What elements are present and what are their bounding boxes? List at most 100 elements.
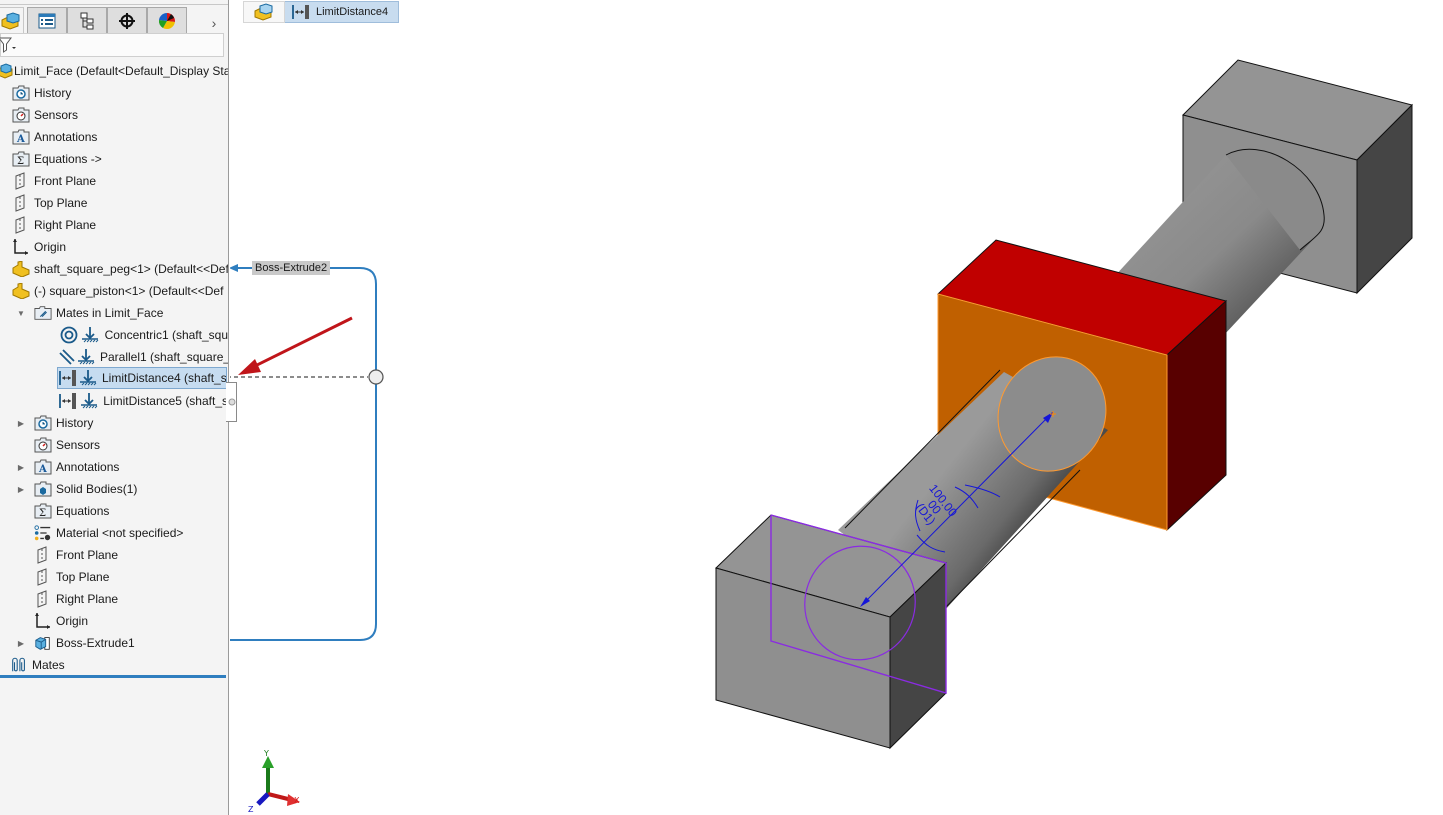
tree-root-label: Limit_Face (Default<Default_Display Stat: [14, 64, 228, 78]
tree-item-origin[interactable]: Origin: [12, 236, 228, 258]
tree-item-square-piston[interactable]: (-) square_piston<1> (Default<<Def: [12, 280, 228, 302]
tree-item-piston-equations[interactable]: Σ Equations: [34, 500, 228, 522]
tree-item-label: Annotations: [34, 130, 98, 144]
property-list-icon: [38, 13, 56, 28]
mate-label: LimitDistance5 (shaft_s: [103, 394, 228, 408]
solid-bodies-folder-icon: [34, 480, 52, 498]
expand-toggle-boss-extrude1[interactable]: ▶: [16, 638, 26, 648]
fixed-ground-icon: [76, 348, 96, 366]
limit-distance-mate-icon: [58, 392, 79, 410]
tree-filter-bar[interactable]: [0, 33, 224, 57]
concentric-mate-icon: [58, 326, 79, 344]
tree-item-shaft-square-peg[interactable]: shaft_square_peg<1> (Default<<Def: [12, 258, 228, 280]
tree-item-label: Right Plane: [34, 218, 97, 232]
tree-item-piston-right-plane[interactable]: Right Plane: [34, 588, 228, 610]
triad-x-label: X: [294, 796, 300, 805]
tree-item-label: (-) square_piston<1> (Default<<Def: [34, 284, 224, 298]
mates-paperclip-icon: [10, 656, 28, 674]
fixed-ground-icon: [79, 392, 100, 410]
mate-item-limitdistance5[interactable]: LimitDistance5 (shaft_s: [58, 390, 228, 412]
tree-root-limit-face[interactable]: Limit_Face (Default<Default_Display Stat: [0, 60, 228, 82]
tree-item-piston-front-plane[interactable]: Front Plane: [34, 544, 228, 566]
origin-icon: [12, 238, 30, 256]
tab-featuremanager-tree[interactable]: [0, 7, 24, 33]
filter-funnel-icon[interactable]: [0, 37, 19, 53]
tree-item-solid-bodies[interactable]: Solid Bodies(1): [34, 478, 228, 500]
mate-label: Parallel1 (shaft_square_: [100, 350, 228, 364]
tab-dimxpert-manager[interactable]: [107, 7, 147, 33]
tab-configuration-manager[interactable]: [67, 7, 107, 33]
mate-item-parallel1[interactable]: Parallel1 (shaft_square_: [58, 346, 228, 368]
plane-icon: [12, 172, 30, 190]
tree-item-mates[interactable]: Mates: [10, 654, 226, 676]
tree-item-right-plane[interactable]: Right Plane: [12, 214, 228, 236]
tree-rollback-bar[interactable]: [0, 675, 226, 678]
annotations-folder-icon: A: [34, 458, 52, 476]
orientation-triad[interactable]: Y X Z: [248, 750, 308, 812]
limit-distance-mate-icon: [58, 369, 78, 387]
mates-folder-icon: [34, 304, 52, 322]
sensors-folder-icon: [34, 436, 52, 454]
configuration-tree-icon: [80, 12, 94, 29]
tree-item-annotations[interactable]: A Annotations: [12, 126, 228, 148]
tree-item-label: Origin: [34, 240, 67, 254]
svg-text:A: A: [38, 464, 47, 475]
equations-folder-icon: Σ: [12, 150, 30, 168]
tree-item-piston-sensors[interactable]: Sensors: [34, 434, 228, 456]
plane-icon: [34, 590, 52, 608]
fixed-ground-icon: [79, 326, 100, 344]
tab-property-manager[interactable]: [27, 7, 67, 33]
triad-y-label: Y: [263, 750, 269, 758]
tree-item-boss-extrude1[interactable]: Boss-Extrude1: [34, 632, 228, 654]
assembly-icon: [1, 11, 20, 30]
assembly-icon: [0, 62, 14, 80]
tree-item-piston-history[interactable]: History: [34, 412, 228, 434]
plane-icon: [12, 194, 30, 212]
expand-toggle-annotations[interactable]: ▶: [16, 462, 26, 472]
boss-extrude2-callout[interactable]: Boss-Extrude2: [252, 261, 331, 275]
mate-item-limitdistance4[interactable]: LimitDistance4 (shaft_s: [57, 367, 227, 389]
plane-icon: [34, 546, 52, 564]
graphics-viewport[interactable]: 100.00 00 (D1): [230, 0, 1443, 815]
tree-item-label: Material <not specified>: [56, 526, 184, 540]
svg-text:Σ: Σ: [39, 508, 46, 519]
equations-folder-icon: Σ: [34, 502, 52, 520]
tree-item-history[interactable]: History: [12, 82, 228, 104]
tree-item-label: Front Plane: [56, 548, 119, 562]
tree-item-piston-annotations[interactable]: A Annotations: [34, 456, 228, 478]
chevron-right-icon: ›: [211, 15, 217, 31]
tree-item-material[interactable]: Material <not specified>: [34, 522, 228, 544]
tree-item-piston-top-plane[interactable]: Top Plane: [34, 566, 228, 588]
tab-display-manager[interactable]: [147, 7, 187, 33]
mate-item-concentric1[interactable]: Concentric1 (shaft_squ: [58, 324, 228, 346]
tree-item-label: Boss-Extrude1: [56, 636, 135, 650]
tree-item-label: History: [34, 86, 72, 100]
history-folder-icon: [12, 84, 30, 102]
red-arrow-shaft: [252, 316, 353, 369]
tree-item-label: Front Plane: [34, 174, 97, 188]
part-icon: [12, 260, 30, 278]
manager-tab-strip: ›: [0, 4, 228, 33]
tree-item-mates-in-limit-face[interactable]: Mates in Limit_Face: [34, 302, 228, 324]
origin-icon: [34, 612, 52, 630]
tree-item-equations[interactable]: Σ Equations ->: [12, 148, 228, 170]
tree-item-label: Equations ->: [34, 152, 102, 166]
tree-item-piston-origin[interactable]: Origin: [34, 610, 228, 632]
part-icon: [12, 282, 30, 300]
tree-item-label: Mates in Limit_Face: [56, 306, 164, 320]
triad-z-axis: [256, 792, 270, 806]
mate-label: Concentric1 (shaft_squ: [104, 328, 228, 342]
mate-reference-connectors: [230, 264, 384, 641]
tree-item-label: History: [56, 416, 94, 430]
tree-item-label: shaft_square_peg<1> (Default<<Def: [34, 262, 228, 276]
tree-item-front-plane[interactable]: Front Plane: [12, 170, 228, 192]
tree-item-label: Right Plane: [56, 592, 119, 606]
more-tabs-button[interactable]: ›: [206, 13, 222, 33]
tree-item-sensors[interactable]: Sensors: [12, 104, 228, 126]
expand-toggle-solid-bodies[interactable]: ▶: [16, 484, 26, 494]
tree-item-top-plane[interactable]: Top Plane: [12, 192, 228, 214]
plane-icon: [12, 216, 30, 234]
expand-toggle-mates-folder[interactable]: ▼: [16, 308, 26, 318]
expand-toggle-history[interactable]: ▶: [16, 418, 26, 428]
tree-item-label: Annotations: [56, 460, 120, 474]
